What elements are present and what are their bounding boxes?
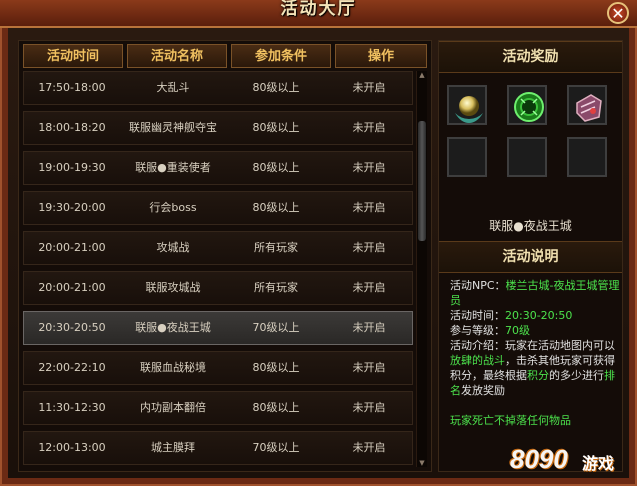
row-action[interactable]: 未开启 [326,152,412,184]
row-time: 20:30-20:50 [38,321,106,334]
row-name: 攻城战 [156,241,190,254]
table-row[interactable]: 11:30-12:30 内功副本翻倍 80级以上 未开启 [23,391,413,425]
row-name: 联服攻城战 [145,281,201,294]
intro-highlight-2: 积分 [527,369,549,382]
row-name: 大乱斗 [156,81,190,94]
row-action[interactable]: 未开启 [326,232,412,264]
row-condition: 70级以上 [252,441,300,454]
row-name: 联服幽灵神舰夺宝 [129,121,217,134]
row-time: 22:00-22:10 [38,361,106,374]
level-label: 参与等级： [450,324,505,337]
row-action[interactable]: 未开启 [326,72,412,104]
row-action[interactable]: 未开启 [326,432,412,464]
time-label: 活动时间： [450,309,505,322]
window-titlebar: 活动大厅 ✕ [0,0,637,28]
table-row[interactable]: 12:00-13:00 城主膜拜 70级以上 未开启 [23,431,413,465]
header-condition: 参加条件 [231,44,331,68]
table-row[interactable]: 19:00-19:30 联服●重装使者 80级以上 未开启 [23,151,413,185]
description-note: 玩家死亡不掉落任何物品 [450,414,571,427]
row-time: 11:30-12:30 [38,401,106,414]
table-row[interactable]: 20:00-21:00 攻城战 所有玩家 未开启 [23,231,413,265]
watermark-text: 游戏 [582,454,615,473]
row-action[interactable]: 未开启 [326,272,412,304]
table-row[interactable]: 18:00-18:20 联服幽灵神舰夺宝 80级以上 未开启 [23,111,413,145]
orb-reward-icon [455,96,483,123]
row-time: 20:00-21:00 [38,241,106,254]
table-scrollbar[interactable]: ▲ ▼ [416,71,427,467]
time-value: 20:30-20:50 [505,309,573,322]
header-name: 活动名称 [127,44,227,68]
row-time: 18:00-18:20 [38,121,106,134]
description-body: 活动NPC：楼兰古城-夜战王城管理员 活动时间：20:30-20:50 参与等级… [450,278,620,398]
intro-text-3: 的多少进行 [549,369,604,382]
header-action: 操作 [335,44,427,68]
rewards-title: 活动奖励 [439,41,622,73]
intro-text-4: 发放奖励 [461,384,505,397]
row-condition: 80级以上 [252,401,300,414]
reward-slot-3[interactable] [567,85,607,125]
table-header: 活动时间 活动名称 参加条件 操作 [23,44,427,68]
row-name: 联服●夜战王城 [135,321,211,334]
table-row[interactable]: 20:30-20:50 联服●夜战王城 70级以上 未开启 [23,311,413,345]
row-time: 12:00-13:00 [38,441,106,454]
gauntlet-reward-icon [576,94,602,122]
row-time: 17:50-18:00 [38,81,106,94]
table-row[interactable]: 20:00-21:00 联服攻城战 所有玩家 未开启 [23,271,413,305]
side-panel: 活动奖励 联服●夜战王城 活动说明 活动NPC：楼兰古城-夜战王城管理员 活动时… [438,40,623,472]
row-time: 19:00-19:30 [38,161,106,174]
site-watermark-logo: 8090 游戏 [510,440,630,480]
row-action[interactable]: 未开启 [326,312,412,344]
scroll-thumb[interactable] [418,121,426,241]
npc-label: 活动NPC： [450,279,506,292]
row-condition: 所有玩家 [254,281,298,294]
row-condition: 80级以上 [252,161,300,174]
jade-ring-reward-icon [514,92,544,122]
row-name: 联服●重装使者 [135,161,211,174]
row-action[interactable]: 未开启 [326,112,412,144]
row-name: 行会boss [149,201,197,214]
row-condition: 80级以上 [252,121,300,134]
row-condition: 所有玩家 [254,241,298,254]
window-title: 活动大厅 [280,0,357,19]
header-time: 活动时间 [23,44,123,68]
reward-slot-5[interactable] [507,137,547,177]
row-condition: 80级以上 [252,81,300,94]
activity-table-panel: 活动时间 活动名称 参加条件 操作 17:50-18:00 大乱斗 80级以上 未开启… [18,40,432,472]
scroll-down-icon[interactable]: ▼ [417,459,427,467]
row-name: 城主膜拜 [151,441,195,454]
table-row[interactable]: 17:50-18:00 大乱斗 80级以上 未开启 [23,71,413,105]
reward-slot-6[interactable] [567,137,607,177]
row-time: 20:00-21:00 [38,281,106,294]
reward-activity-name: 联服●夜战王城 [489,219,572,233]
scroll-up-icon[interactable]: ▲ [417,71,427,79]
reward-slot-2[interactable] [507,85,547,125]
intro-highlight-1: 放肆的战斗 [450,354,505,367]
intro-text-1: 玩家在活动地图内可以 [505,339,615,352]
table-row[interactable]: 19:30-20:00 行会boss 80级以上 未开启 [23,191,413,225]
row-name: 联服血战秘境 [140,361,206,374]
row-condition: 80级以上 [252,201,300,214]
reward-slot-4[interactable] [447,137,487,177]
row-action[interactable]: 未开启 [326,392,412,424]
watermark-number: 8090 [510,444,568,474]
level-value: 70级 [505,324,530,337]
row-condition: 70级以上 [252,321,300,334]
row-condition: 80级以上 [252,361,300,374]
description-title: 活动说明 [439,241,622,273]
row-action[interactable]: 未开启 [326,352,412,384]
table-row[interactable]: 22:00-22:10 联服血战秘境 80级以上 未开启 [23,351,413,385]
close-button[interactable]: ✕ [607,2,629,24]
reward-slot-1[interactable] [447,85,487,125]
row-name: 内功副本翻倍 [140,401,206,414]
row-time: 19:30-20:00 [38,201,106,214]
row-action[interactable]: 未开启 [326,192,412,224]
intro-label: 活动介绍： [450,339,505,352]
